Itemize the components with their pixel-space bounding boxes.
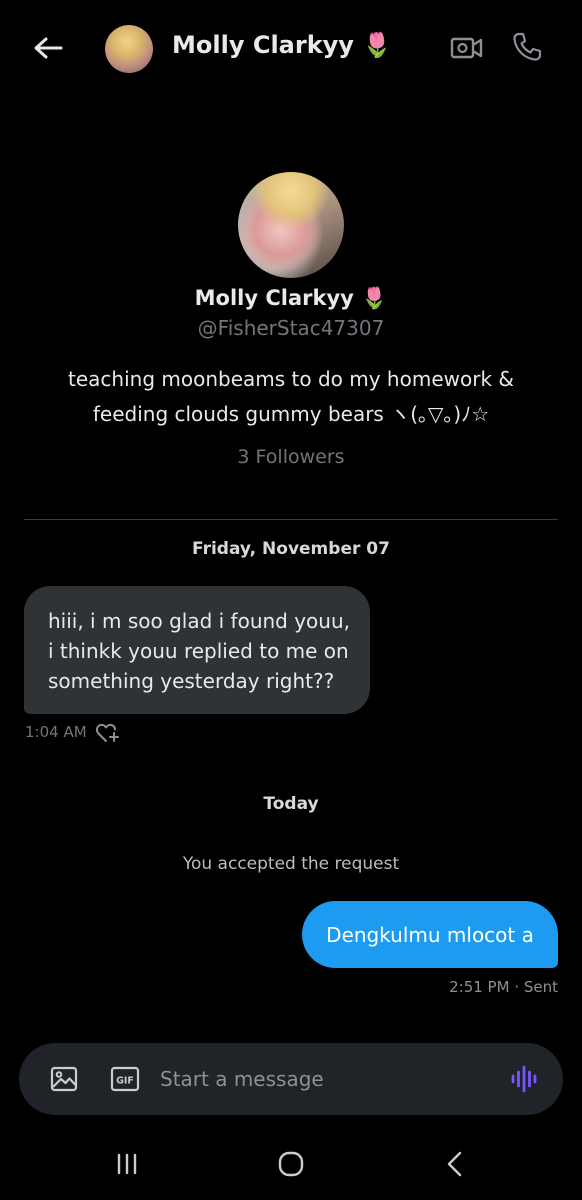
video-call-button[interactable]	[448, 30, 486, 66]
gif-label: GIF	[116, 1076, 134, 1087]
sent-message-bubble[interactable]: Dengkulmu mlocot a	[302, 901, 558, 968]
add-image-button[interactable]	[47, 1063, 81, 1095]
sent-message-text: Dengkulmu mlocot a	[326, 922, 534, 947]
received-message-bubble[interactable]: hiii, i m soo glad i found youu, i think…	[24, 586, 370, 714]
profile-name[interactable]: Molly Clarkyy 🌷	[0, 286, 582, 311]
heart-plus-icon	[95, 723, 119, 742]
recent-apps-icon	[117, 1153, 137, 1175]
arrow-left-icon	[34, 37, 63, 59]
system-back-button[interactable]	[436, 1146, 474, 1182]
message-input[interactable]	[160, 1059, 480, 1099]
voice-message-button[interactable]	[506, 1062, 542, 1096]
add-gif-button[interactable]: GIF	[108, 1064, 142, 1094]
received-message-time: 1:04 AM	[25, 723, 87, 741]
divider	[24, 519, 558, 520]
video-camera-icon	[450, 37, 483, 59]
followers-count[interactable]: 3 Followers	[0, 446, 582, 468]
gif-icon: GIF	[110, 1066, 140, 1092]
message-line: something yesterday right??	[48, 669, 335, 693]
audio-waveform-icon	[511, 1065, 537, 1093]
today-separator: Today	[263, 794, 319, 814]
message-line: hiii, i m soo glad i found youu,	[48, 609, 351, 633]
phone-call-button[interactable]	[508, 28, 546, 66]
message-line: i thinkk youu replied to me on	[48, 639, 349, 663]
add-reaction-button[interactable]	[95, 721, 121, 745]
header-contact-name[interactable]: Molly Clarkyy 🌷	[172, 31, 392, 59]
back-button[interactable]	[28, 28, 68, 68]
home-button[interactable]	[272, 1145, 310, 1183]
bio-line-2: feeding clouds gummy bears ヽ(｡▽｡)ﾉ☆	[92, 402, 490, 426]
image-icon	[50, 1066, 78, 1092]
phone-icon	[513, 32, 542, 61]
date-separator: Friday, November 07	[192, 539, 390, 559]
header-avatar[interactable]	[105, 25, 153, 73]
profile-avatar[interactable]	[238, 172, 344, 278]
sent-message-status: 2:51 PM · Sent	[449, 978, 558, 996]
bio-line-1: teaching moonbeams to do my homework &	[68, 367, 514, 391]
profile-handle: @FisherStac47307	[197, 316, 385, 340]
profile-bio: teaching moonbeams to do my homework & f…	[50, 362, 532, 432]
home-icon	[278, 1151, 304, 1177]
recent-apps-button[interactable]	[108, 1146, 146, 1182]
request-accepted-notice: You accepted the request	[182, 854, 400, 874]
chevron-left-icon	[447, 1151, 462, 1177]
